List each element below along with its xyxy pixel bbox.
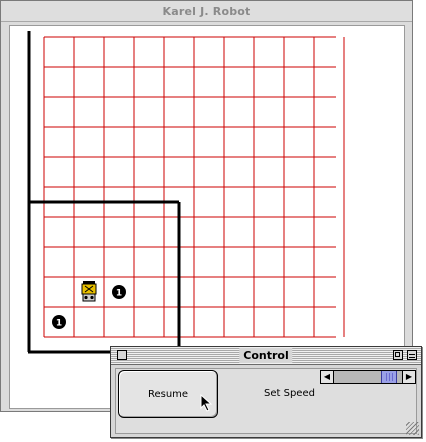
beeper-count: 1 <box>116 289 122 299</box>
speed-scroll-thumb[interactable] <box>381 371 397 383</box>
main-window-title: Karel J. Robot <box>162 4 251 18</box>
robot-icon <box>81 281 97 302</box>
beeper-icon: 1 <box>52 315 66 329</box>
set-speed-label: Set Speed <box>264 388 315 399</box>
zoom-box-icon[interactable] <box>393 350 403 360</box>
control-titlebar[interactable]: Control <box>111 347 421 365</box>
cursor-arrow-icon <box>200 394 213 412</box>
control-window: Control Resume Set Speed ◀ ▶ <box>110 346 422 438</box>
main-titlebar[interactable]: Karel J. Robot <box>1 1 412 22</box>
control-window-title: Control <box>239 348 293 363</box>
left-arrow-icon[interactable]: ◀ <box>321 371 334 383</box>
collapse-box-icon[interactable] <box>407 350 417 360</box>
beeper-icon: 1 <box>112 285 126 299</box>
beeper-count: 1 <box>56 319 62 329</box>
control-panel: Resume Set Speed ◀ ▶ <box>115 368 417 434</box>
speed-scrollbar[interactable]: ◀ ▶ <box>320 370 416 384</box>
right-arrow-icon[interactable]: ▶ <box>402 371 415 383</box>
grow-box-icon[interactable] <box>406 422 419 435</box>
speed-scroll-track[interactable] <box>334 371 402 383</box>
close-box-icon[interactable] <box>117 350 127 360</box>
